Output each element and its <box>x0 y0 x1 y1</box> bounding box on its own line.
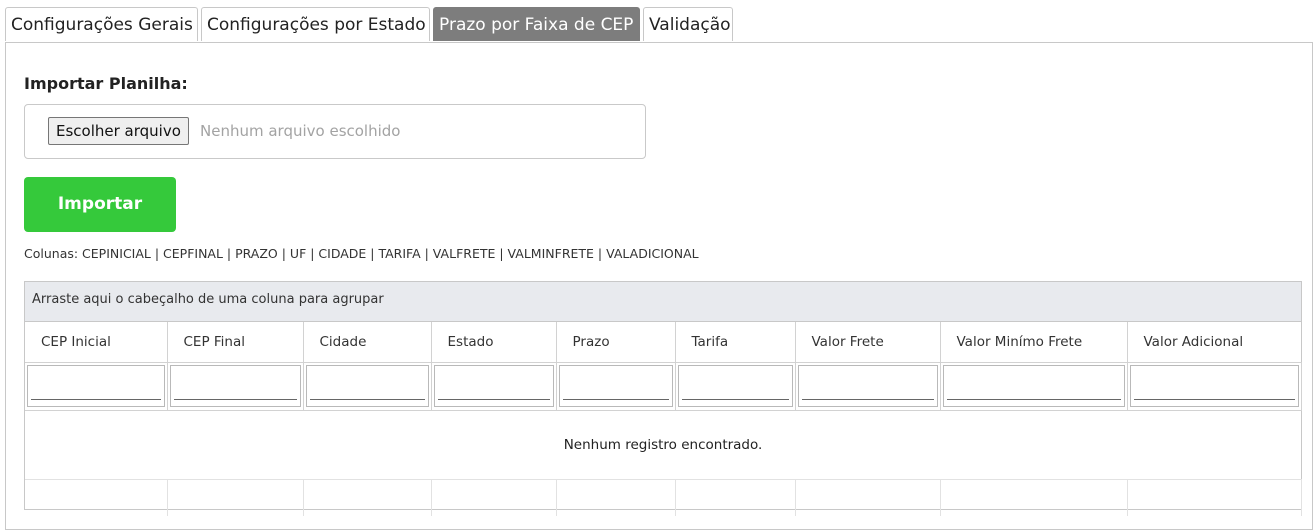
filter-underline <box>801 399 934 400</box>
filter-underline <box>946 399 1121 400</box>
filter-underline <box>309 399 425 400</box>
filter-input-valor-adicional[interactable] <box>1129 365 1299 407</box>
column-header-cep-final[interactable]: CEP Final <box>167 322 304 363</box>
footer-cell <box>556 479 676 516</box>
filter-input-estado[interactable] <box>433 365 554 407</box>
group-panel[interactable]: Arraste aqui o cabeçalho de uma coluna p… <box>25 282 1301 322</box>
empty-message: Nenhum registro encontrado. <box>25 410 1301 480</box>
filter-input-valor-minimo-frete[interactable] <box>942 365 1125 407</box>
filter-input-cep-final[interactable] <box>169 365 301 407</box>
filter-input-cep-inicial[interactable] <box>27 365 165 407</box>
tab-configuracoes-gerais[interactable]: Configurações Gerais <box>5 7 198 41</box>
footer-cell <box>795 479 941 516</box>
file-status-text: Nenhum arquivo escolhido <box>200 122 401 140</box>
data-grid: Arraste aqui o cabeçalho de uma coluna p… <box>24 281 1302 516</box>
header-row: CEP Inicial CEP Final Cidade Estado Praz… <box>25 322 1301 363</box>
filter-input-cidade[interactable] <box>305 365 429 407</box>
column-header-valor-frete[interactable]: Valor Frete <box>795 322 941 363</box>
filter-underline <box>31 399 161 400</box>
filter-cell <box>431 362 557 411</box>
footer-cell <box>25 479 168 516</box>
filter-cell <box>1127 362 1302 411</box>
filter-cell <box>675 362 796 411</box>
filter-underline <box>681 399 789 400</box>
footer-cell <box>1127 479 1302 516</box>
filter-cell <box>940 362 1128 411</box>
columns-hint: Colunas: CEPINICIAL | CEPFINAL | PRAZO |… <box>24 246 699 261</box>
column-header-valor-adicional[interactable]: Valor Adicional <box>1127 322 1301 363</box>
file-input-container: Escolher arquivo Nenhum arquivo escolhid… <box>24 104 646 159</box>
column-header-estado[interactable]: Estado <box>431 322 557 363</box>
filter-input-valor-frete[interactable] <box>797 365 938 407</box>
footer-cell <box>940 479 1128 516</box>
filter-underline <box>1133 399 1295 400</box>
tab-prazo-por-faixa-de-cep[interactable]: Prazo por Faixa de CEP <box>433 7 640 41</box>
tab-validacao[interactable]: Validação <box>643 7 733 41</box>
choose-file-button[interactable]: Escolher arquivo <box>48 117 189 145</box>
filter-underline <box>562 399 669 400</box>
footer-cell <box>303 479 432 516</box>
tab-configuracoes-por-estado[interactable]: Configurações por Estado <box>201 7 430 41</box>
column-header-prazo[interactable]: Prazo <box>556 322 676 363</box>
footer-cell <box>675 479 796 516</box>
filter-cell <box>556 362 676 411</box>
footer-cell <box>167 479 304 516</box>
column-header-cidade[interactable]: Cidade <box>303 322 432 363</box>
filter-underline <box>173 399 297 400</box>
filter-cell <box>167 362 304 411</box>
empty-row: Nenhum registro encontrado. <box>25 410 1301 480</box>
footer-cell <box>431 479 557 516</box>
column-header-tarifa[interactable]: Tarifa <box>675 322 796 363</box>
tab-panel: Importar Planilha: Escolher arquivo Nenh… <box>5 42 1313 530</box>
filter-cell <box>303 362 432 411</box>
import-button[interactable]: Importar <box>24 177 176 232</box>
footer-row <box>25 479 1302 516</box>
filter-underline <box>437 399 550 400</box>
column-header-valor-minimo-frete[interactable]: Valor Minímo Frete <box>940 322 1128 363</box>
filter-input-tarifa[interactable] <box>677 365 793 407</box>
filter-input-prazo[interactable] <box>558 365 673 407</box>
column-header-cep-inicial[interactable]: CEP Inicial <box>25 322 168 363</box>
import-label: Importar Planilha: <box>24 74 188 93</box>
filter-row <box>25 362 1302 411</box>
filter-cell <box>25 362 168 411</box>
grid-table: CEP Inicial CEP Final Cidade Estado Praz… <box>25 322 1302 516</box>
tab-bar: Configurações Gerais Configurações por E… <box>5 7 736 43</box>
filter-cell <box>795 362 941 411</box>
